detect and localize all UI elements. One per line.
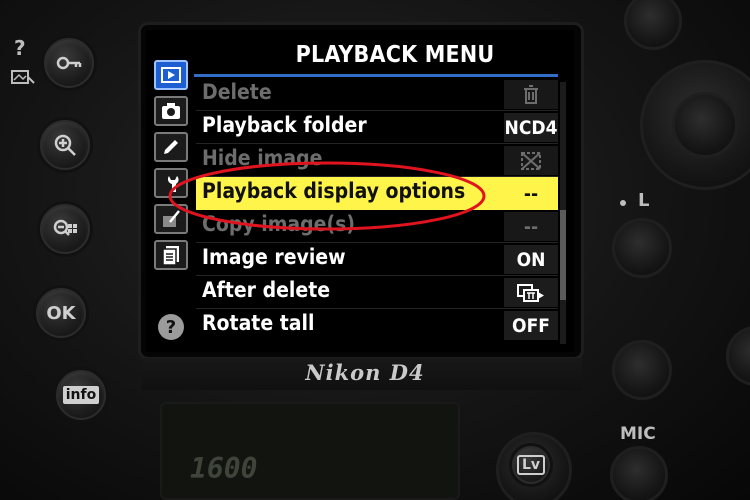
mic-label: MIC bbox=[620, 424, 656, 444]
protect-key-button[interactable] bbox=[44, 38, 94, 88]
after-delete-icon bbox=[517, 283, 544, 302]
focus-lock-label: L bbox=[638, 190, 650, 211]
playback-tab[interactable] bbox=[154, 60, 188, 90]
help-protect-label: ? bbox=[14, 36, 26, 60]
zoom-out-thumbnail-button[interactable] bbox=[40, 204, 90, 254]
right-round-button[interactable] bbox=[612, 340, 672, 400]
my-menu-icon bbox=[162, 246, 179, 266]
menu-item-value: -- bbox=[504, 212, 558, 241]
lock-dot bbox=[620, 200, 626, 206]
menu-item-value: ON bbox=[504, 245, 558, 274]
key-icon bbox=[56, 56, 82, 70]
menu-item-rotate-tall[interactable]: Rotate tall OFF bbox=[196, 309, 558, 342]
trash-icon bbox=[524, 84, 538, 104]
pencil-icon bbox=[164, 140, 178, 154]
control-panel-lcd bbox=[160, 402, 460, 500]
annotation-ellipse bbox=[168, 161, 486, 231]
zoom-in-icon bbox=[54, 134, 76, 156]
menu-item-label: Playback folder bbox=[202, 113, 367, 137]
top-right-button[interactable] bbox=[624, 0, 682, 50]
live-view-button[interactable]: Lv bbox=[512, 446, 550, 484]
menu-item-playback-folder[interactable]: Playback folder NCD4 bbox=[196, 111, 558, 144]
scrollbar-thumb[interactable] bbox=[560, 210, 566, 300]
menu-item-label: Rotate tall bbox=[202, 311, 315, 335]
info-label: info bbox=[62, 386, 100, 404]
playback-icon bbox=[161, 67, 181, 83]
info-button[interactable]: info bbox=[56, 370, 106, 420]
mic-button[interactable] bbox=[610, 446, 668, 500]
menu-item-value: OFF bbox=[504, 311, 558, 340]
menu-item-label: Image review bbox=[202, 245, 346, 269]
camera-icon bbox=[162, 103, 180, 119]
focus-selector-lock[interactable] bbox=[612, 218, 672, 278]
multi-selector-center[interactable] bbox=[672, 92, 738, 158]
camera-body: ? OK info L MIC Lv PLAYBACK MENU Delete … bbox=[0, 0, 750, 500]
shooting-tab[interactable] bbox=[154, 96, 188, 126]
menu-item-value: -- bbox=[504, 179, 558, 208]
menu-item-value bbox=[504, 80, 558, 109]
ok-button[interactable]: OK bbox=[36, 288, 86, 338]
menu-item-image-review[interactable]: Image review ON bbox=[196, 243, 558, 276]
lv-label: Lv bbox=[516, 455, 546, 475]
zoom-out-thumbnail-icon bbox=[53, 219, 77, 236]
menu-item-label: After delete bbox=[202, 278, 331, 302]
menu-title: PLAYBACK MENU bbox=[295, 42, 495, 68]
menu-item-value bbox=[504, 278, 558, 307]
menu-item-label: Delete bbox=[202, 80, 272, 104]
menu-item-value: NCD4 bbox=[504, 113, 558, 142]
brand-logo: Nikon D4 bbox=[305, 360, 425, 385]
image-comment-icon bbox=[10, 68, 36, 90]
zoom-in-button[interactable] bbox=[40, 120, 90, 170]
menu-item-delete[interactable]: Delete bbox=[196, 78, 558, 111]
help-icon[interactable]: ? bbox=[158, 314, 184, 340]
title-divider bbox=[194, 74, 558, 77]
hide-image-icon bbox=[521, 151, 541, 170]
menu-item-after-delete[interactable]: After delete bbox=[196, 276, 558, 309]
af-on-button[interactable] bbox=[726, 326, 750, 386]
lcd-readout: 1600 bbox=[190, 452, 258, 485]
my-menu-tab[interactable] bbox=[154, 240, 188, 270]
menu-item-value bbox=[504, 146, 558, 175]
